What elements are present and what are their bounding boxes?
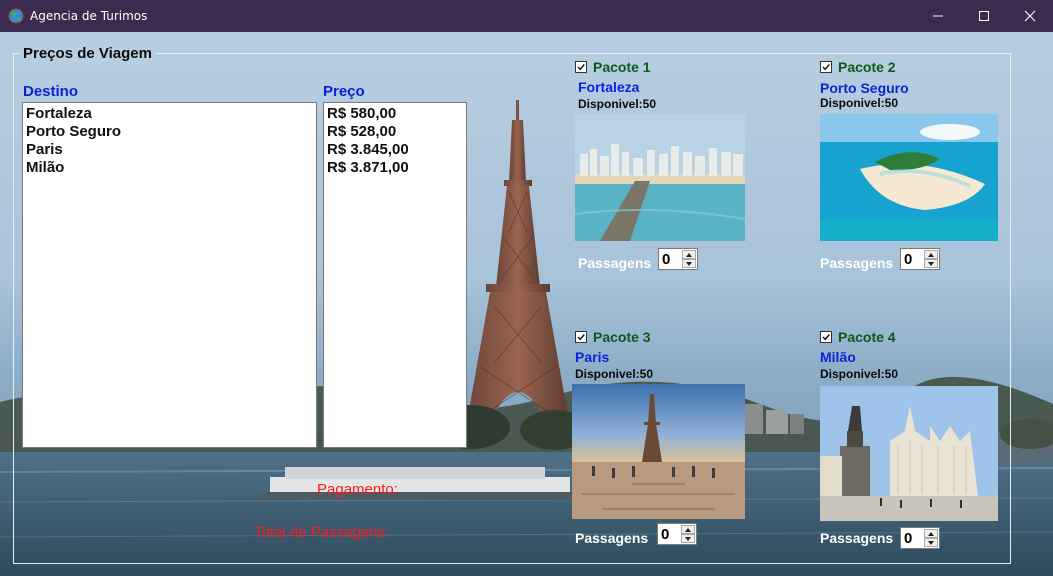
stepper-value[interactable]: 0 [904,251,912,268]
list-item[interactable]: R$ 528,00 [327,123,463,141]
pacote-3-checkbox[interactable]: Pacote 3 [575,329,651,345]
passagens-3-stepper[interactable]: 0 [657,523,697,545]
caret-up-icon [686,252,692,257]
caret-down-icon [686,261,692,266]
minimize-icon [933,15,943,17]
group-title: Preços de Viagem [20,45,155,62]
preco-listbox[interactable]: R$ 580,00 R$ 528,00 R$ 3.845,00 R$ 3.871… [323,102,467,448]
pacote-city: Paris [575,349,610,365]
list-item[interactable]: Paris [26,141,313,159]
stepper-down-button[interactable] [682,259,696,268]
caret-down-icon [685,536,691,541]
stepper-up-button[interactable] [682,250,696,259]
stepper-value[interactable]: 0 [662,251,670,268]
close-icon [1024,10,1036,22]
stepper-down-button[interactable] [924,259,938,268]
client-area: Preços de Viagem Destino Fortaleza Porto… [0,32,1053,576]
passagens-label: Passagens [820,530,894,546]
list-item[interactable]: R$ 580,00 [327,105,463,123]
fortaleza-beach-skyline-photo [575,114,745,241]
porto-seguro-island-photo [820,114,998,241]
pacote-availability: Disponivel:50 [575,367,654,381]
caret-up-icon [928,252,934,257]
pacote-4-checkbox[interactable]: Pacote 4 [820,329,896,345]
pagamento-label: Pagamento: [317,481,398,498]
passagens-1-stepper[interactable]: 0 [658,248,698,270]
stepper-up-button[interactable] [681,525,695,534]
stepper-down-button[interactable] [681,534,695,543]
preco-label: Preço [323,83,365,100]
stepper-value[interactable]: 0 [904,530,912,547]
checkbox-checked-icon[interactable] [820,61,832,73]
maximize-icon [979,11,989,21]
pacote-title: Pacote 4 [838,329,896,345]
globe-icon [8,8,24,24]
caret-down-icon [928,261,934,266]
list-item[interactable]: R$ 3.845,00 [327,141,463,159]
list-item[interactable]: Porto Seguro [26,123,313,141]
list-item[interactable]: R$ 3.871,00 [327,159,463,177]
pacote-city: Fortaleza [578,79,640,95]
caret-down-icon [928,540,934,545]
checkbox-checked-icon[interactable] [575,61,587,73]
window-title: Agencia de Turimos [30,9,148,23]
pacote-2-checkbox[interactable]: Pacote 2 [820,59,896,75]
stepper-up-button[interactable] [924,529,938,538]
pacote-availability: Disponivel:50 [578,97,657,111]
checkbox-checked-icon[interactable] [575,331,587,343]
pacote-1-checkbox[interactable]: Pacote 1 [575,59,651,75]
milan-cathedral-photo [820,386,998,521]
window-title-bar[interactable]: Agencia de Turimos [0,0,1053,32]
list-item[interactable]: Fortaleza [26,105,313,123]
stepper-value[interactable]: 0 [661,526,669,543]
passagens-label: Passagens [575,530,649,546]
pacote-title: Pacote 2 [838,59,896,75]
paris-eiffel-tower-photo [572,384,745,519]
maximize-button[interactable] [961,0,1007,32]
caret-up-icon [928,531,934,536]
pacote-availability: Disponivel:50 [820,367,899,381]
caret-up-icon [685,527,691,532]
close-button[interactable] [1007,0,1053,32]
passagens-2-stepper[interactable]: 0 [900,248,940,270]
list-item[interactable]: Milão [26,159,313,177]
stepper-up-button[interactable] [924,250,938,259]
total-passagens-label: Total de Passagens: [254,524,390,541]
passagens-label: Passagens [820,255,894,271]
passagens-4-stepper[interactable]: 0 [900,527,940,549]
pacote-city: Milão [820,349,856,365]
destino-label: Destino [23,83,79,100]
pacote-city: Porto Seguro [820,80,909,96]
pacote-availability: Disponivel:50 [820,96,899,110]
minimize-button[interactable] [915,0,961,32]
passagens-label: Passagens [578,255,652,271]
stepper-down-button[interactable] [924,538,938,547]
pacote-title: Pacote 1 [593,59,651,75]
checkbox-checked-icon[interactable] [820,331,832,343]
pacote-title: Pacote 3 [593,329,651,345]
destino-listbox[interactable]: Fortaleza Porto Seguro Paris Milão [22,102,317,448]
